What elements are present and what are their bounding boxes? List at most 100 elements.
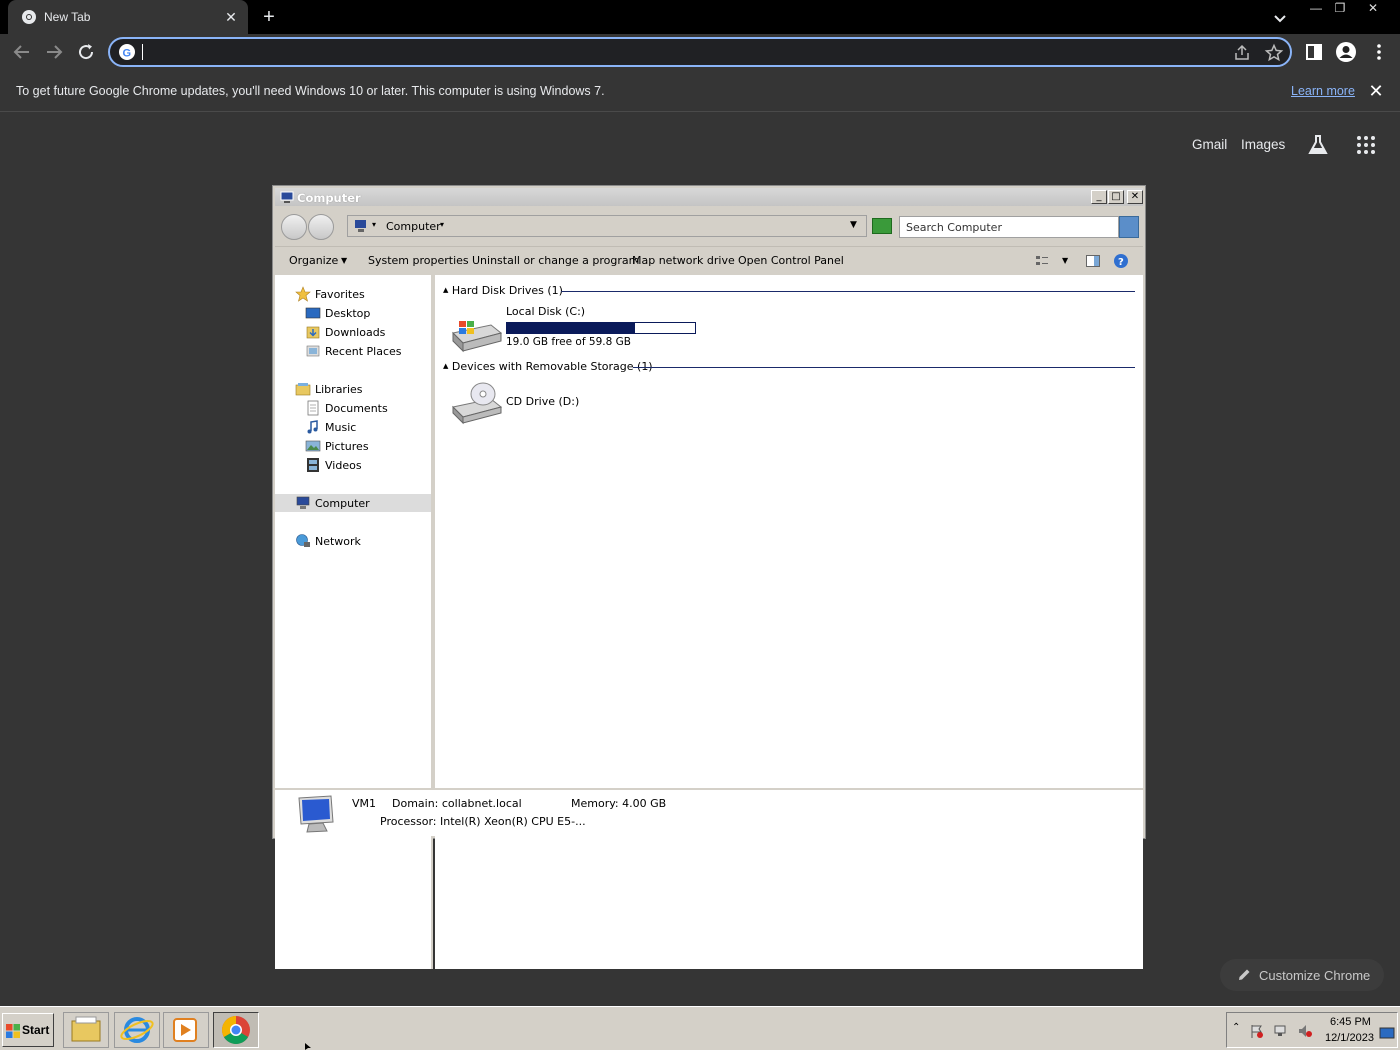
group-divider bbox=[561, 291, 1135, 292]
tab-title: New Tab bbox=[44, 10, 91, 24]
nav-pictures[interactable]: Pictures bbox=[275, 437, 431, 455]
explorer-close-button[interactable]: ✕ bbox=[1127, 190, 1143, 204]
customize-chrome-button[interactable]: Customize Chrome bbox=[1220, 959, 1384, 991]
explorer-window: Computer _ □ ✕ ▾ Computer ▾ ▼ Search Com… bbox=[272, 185, 1146, 969]
group-header-removable-storage[interactable]: ▲ Devices with Removable Storage (1) bbox=[443, 360, 653, 373]
explorer-minimize-button[interactable]: _ bbox=[1091, 190, 1107, 204]
group-header-hard-disk-drives[interactable]: ▲ Hard Disk Drives (1) bbox=[443, 284, 563, 297]
explorer-forward-button[interactable] bbox=[308, 214, 334, 240]
clock-date[interactable]: 12/1/2023 bbox=[1325, 1032, 1374, 1044]
group-divider bbox=[633, 367, 1135, 368]
open-control-panel-button[interactable]: Open Control Panel bbox=[738, 254, 844, 267]
nav-libraries[interactable]: Libraries bbox=[275, 380, 431, 398]
view-dropdown-icon[interactable]: ▼ bbox=[1062, 256, 1068, 265]
computer-icon bbox=[355, 220, 366, 232]
clock-time[interactable]: 6:45 PM bbox=[1330, 1016, 1371, 1028]
action-center-flag-icon[interactable] bbox=[1249, 1023, 1265, 1039]
breadcrumb-dropdown-icon[interactable]: ▾ bbox=[440, 220, 444, 229]
nav-network[interactable]: Network bbox=[275, 532, 431, 550]
tab-search-chevron-icon[interactable] bbox=[1270, 8, 1290, 28]
breadcrumb-chevron-icon[interactable]: ▾ bbox=[372, 220, 376, 229]
help-icon[interactable]: ? bbox=[1113, 253, 1129, 269]
explorer-maximize-button[interactable]: □ bbox=[1108, 190, 1124, 204]
nav-favorites[interactable]: Favorites bbox=[275, 285, 431, 303]
network-status-icon[interactable] bbox=[1273, 1023, 1289, 1039]
close-window-button[interactable]: ✕ bbox=[1362, 0, 1384, 18]
apps-grid-icon[interactable] bbox=[1354, 133, 1378, 157]
organize-button[interactable]: Organize bbox=[289, 254, 338, 267]
taskbar-explorer[interactable] bbox=[63, 1012, 109, 1048]
explorer-command-bar: Organize ▼ System properties Uninstall o… bbox=[275, 246, 1143, 274]
share-icon[interactable] bbox=[1232, 43, 1252, 63]
taskbar-media-player[interactable] bbox=[163, 1012, 209, 1048]
infobar-close-icon[interactable]: ✕ bbox=[1366, 81, 1386, 101]
libraries-icon bbox=[295, 383, 311, 396]
explorer-back-button[interactable] bbox=[281, 214, 307, 240]
search-icon[interactable] bbox=[1119, 216, 1139, 238]
nav-desktop[interactable]: Desktop bbox=[275, 304, 431, 322]
labs-flask-icon[interactable] bbox=[1306, 133, 1330, 157]
downloads-folder-icon bbox=[306, 326, 320, 339]
infobar-message: To get future Google Chrome updates, you… bbox=[16, 84, 605, 98]
volume-muted-icon[interactable] bbox=[1297, 1023, 1313, 1039]
uninstall-program-button[interactable]: Uninstall or change a program bbox=[472, 254, 639, 267]
tab-strip: New Tab ✕ + — ❐ ✕ bbox=[0, 0, 1400, 34]
pictures-icon bbox=[305, 440, 321, 452]
svg-text:G: G bbox=[123, 48, 132, 60]
nav-recent-places[interactable]: Recent Places bbox=[275, 342, 431, 360]
content-pane: ▲ Hard Disk Drives (1) Local Disk (C:) 1… bbox=[435, 275, 1143, 969]
memory-info: Memory: 4.00 GB bbox=[571, 797, 667, 810]
nav-label: Downloads bbox=[325, 326, 386, 339]
images-link[interactable]: Images bbox=[1241, 137, 1285, 152]
organize-dropdown-icon[interactable]: ▼ bbox=[341, 256, 347, 265]
taskbar-chrome[interactable] bbox=[213, 1012, 259, 1048]
documents-icon bbox=[307, 400, 319, 416]
minimize-button[interactable]: — bbox=[1305, 0, 1327, 18]
menu-kebab-icon[interactable] bbox=[1368, 41, 1390, 63]
back-arrow-icon[interactable] bbox=[10, 40, 34, 64]
domain-info: Domain: collabnet.local bbox=[392, 797, 522, 810]
desktop-icon bbox=[305, 307, 321, 319]
show-hidden-icons-chevron-icon[interactable]: ⌃ bbox=[1232, 1022, 1248, 1038]
start-button[interactable]: Start bbox=[2, 1013, 54, 1047]
explorer-address-bar[interactable]: ▾ Computer ▾ ▼ bbox=[347, 215, 867, 237]
preview-pane-icon[interactable] bbox=[1085, 253, 1101, 269]
gmail-link[interactable]: Gmail bbox=[1192, 137, 1227, 152]
breadcrumb-computer[interactable]: Computer bbox=[386, 220, 441, 233]
nav-label: Favorites bbox=[315, 288, 365, 301]
new-tab-button[interactable]: + bbox=[258, 6, 280, 28]
nav-music[interactable]: Music bbox=[275, 418, 431, 436]
system-properties-button[interactable]: System properties bbox=[368, 254, 469, 267]
drive-c-free-space: 19.0 GB free of 59.8 GB bbox=[506, 336, 631, 348]
customize-chrome-label: Customize Chrome bbox=[1259, 968, 1371, 983]
system-tray: ⌃ 6:45 PM 12/1/2023 bbox=[1226, 1012, 1398, 1048]
reload-icon[interactable] bbox=[74, 40, 98, 64]
navigation-pane: Favorites Desktop Downloads Recent Place… bbox=[275, 275, 433, 969]
side-panel-icon[interactable] bbox=[1303, 41, 1325, 63]
tab-close-icon[interactable]: ✕ bbox=[222, 8, 240, 26]
address-history-dropdown-icon[interactable]: ▼ bbox=[850, 220, 857, 230]
nav-documents[interactable]: Documents bbox=[275, 399, 431, 417]
profile-avatar-icon[interactable] bbox=[1335, 41, 1357, 63]
explorer-search-box[interactable]: Search Computer bbox=[899, 216, 1119, 238]
chrome-icon bbox=[22, 10, 36, 24]
bookmark-star-icon[interactable] bbox=[1264, 43, 1284, 63]
tab-new-tab[interactable]: New Tab ✕ bbox=[8, 0, 248, 34]
forward-arrow-icon[interactable] bbox=[42, 40, 66, 64]
learn-more-link[interactable]: Learn more bbox=[1291, 84, 1355, 98]
nav-label: Desktop bbox=[325, 307, 371, 320]
nav-label: Pictures bbox=[325, 440, 369, 453]
change-view-icon[interactable] bbox=[1034, 253, 1050, 269]
address-bar[interactable]: G bbox=[108, 37, 1292, 67]
refresh-icon[interactable] bbox=[872, 218, 892, 234]
explorer-titlebar[interactable]: Computer _ □ ✕ bbox=[275, 188, 1143, 206]
show-desktop-icon[interactable] bbox=[1379, 1025, 1395, 1041]
nav-downloads[interactable]: Downloads bbox=[275, 323, 431, 341]
map-network-drive-button[interactable]: Map network drive bbox=[632, 254, 735, 267]
taskbar-internet-explorer[interactable] bbox=[114, 1012, 160, 1048]
text-cursor bbox=[142, 44, 143, 60]
nav-videos[interactable]: Videos bbox=[275, 456, 431, 474]
restore-button[interactable]: ❐ bbox=[1329, 0, 1351, 18]
star-icon bbox=[295, 286, 311, 302]
nav-computer[interactable]: Computer bbox=[275, 494, 431, 512]
